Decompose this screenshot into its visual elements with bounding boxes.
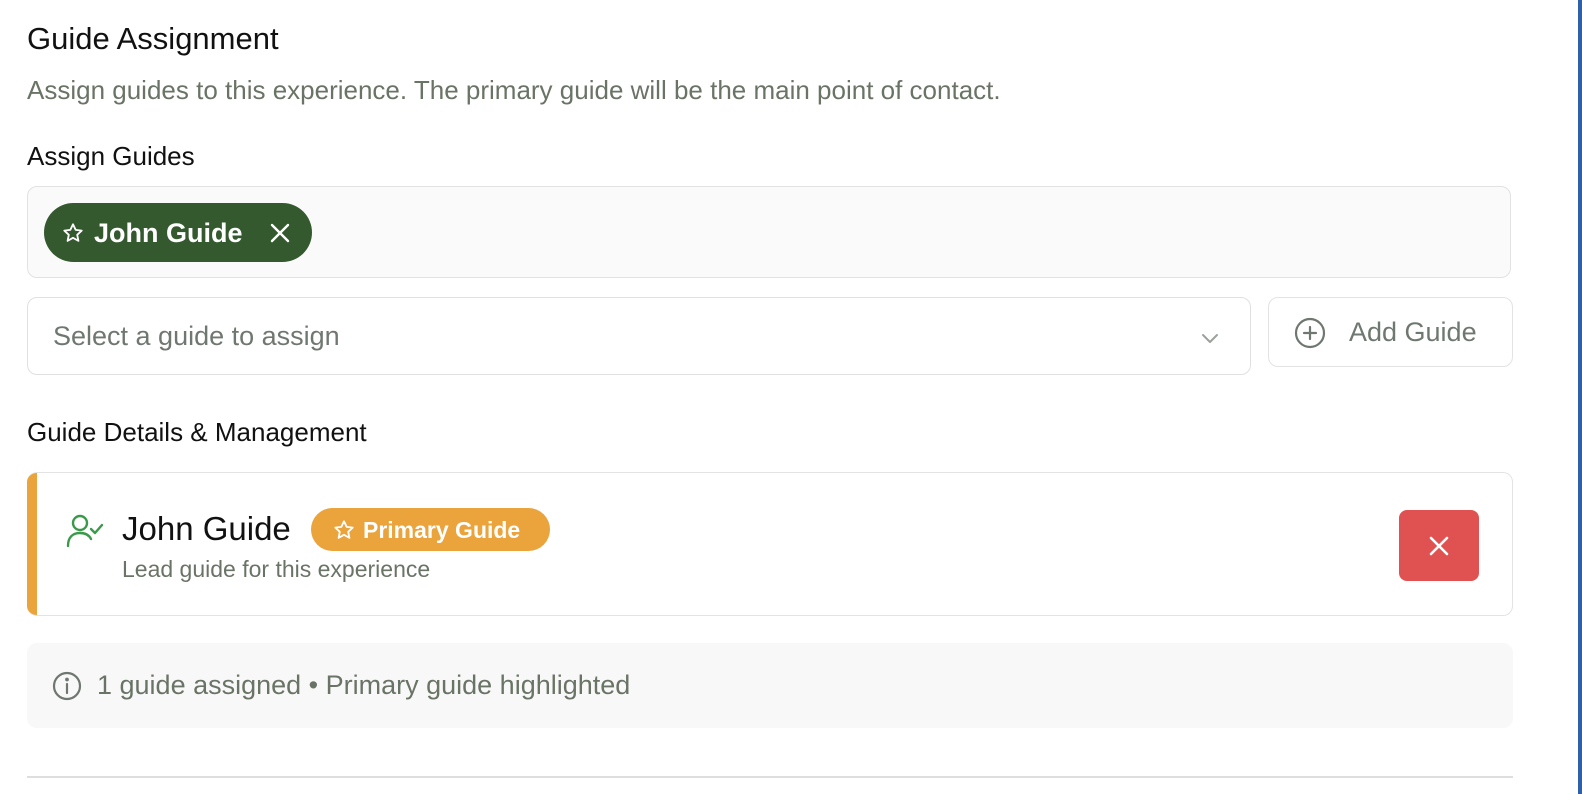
section-subtitle: Assign guides to this experience. The pr…: [27, 75, 1001, 105]
assigned-guides-box: John Guide: [27, 186, 1511, 278]
chevron-down-icon: [1198, 326, 1222, 350]
guide-chip-label: John Guide: [94, 217, 243, 248]
plus-circle-icon: [1293, 316, 1327, 350]
remove-guide-button[interactable]: [1399, 510, 1479, 581]
star-icon: [62, 222, 84, 244]
close-icon: [1429, 536, 1449, 555]
guide-details-label: Guide Details & Management: [27, 417, 367, 447]
user-check-icon: [65, 511, 105, 551]
guide-select[interactable]: Select a guide to assign: [27, 297, 1251, 375]
close-icon[interactable]: [268, 221, 292, 245]
guide-description: Lead guide for this experience: [122, 556, 431, 582]
primary-guide-badge-label: Primary Guide: [363, 516, 521, 543]
guide-name: John Guide: [122, 510, 291, 547]
primary-guide-badge: Primary Guide: [311, 508, 550, 551]
primary-accent-bar: [27, 473, 37, 615]
add-guide-button[interactable]: Add Guide: [1268, 297, 1513, 367]
guide-select-placeholder: Select a guide to assign: [53, 321, 340, 351]
guide-chip[interactable]: John Guide: [44, 203, 312, 262]
section-title: Guide Assignment: [27, 21, 279, 56]
star-icon: [333, 519, 355, 541]
window-edge: [1578, 0, 1582, 794]
add-guide-label: Add Guide: [1349, 317, 1477, 347]
summary-text: 1 guide assigned • Primary guide highlig…: [97, 670, 631, 700]
assign-guides-label: Assign Guides: [27, 141, 195, 171]
section-divider: [27, 776, 1513, 778]
info-icon: [51, 670, 83, 702]
guide-assignment-page: Guide Assignment Assign guides to this e…: [0, 0, 1582, 794]
scroll-gutter: [1564, 0, 1578, 794]
summary-bar: 1 guide assigned • Primary guide highlig…: [27, 643, 1513, 728]
guide-card: John Guide Primary Guide Lead guide for …: [27, 472, 1513, 616]
